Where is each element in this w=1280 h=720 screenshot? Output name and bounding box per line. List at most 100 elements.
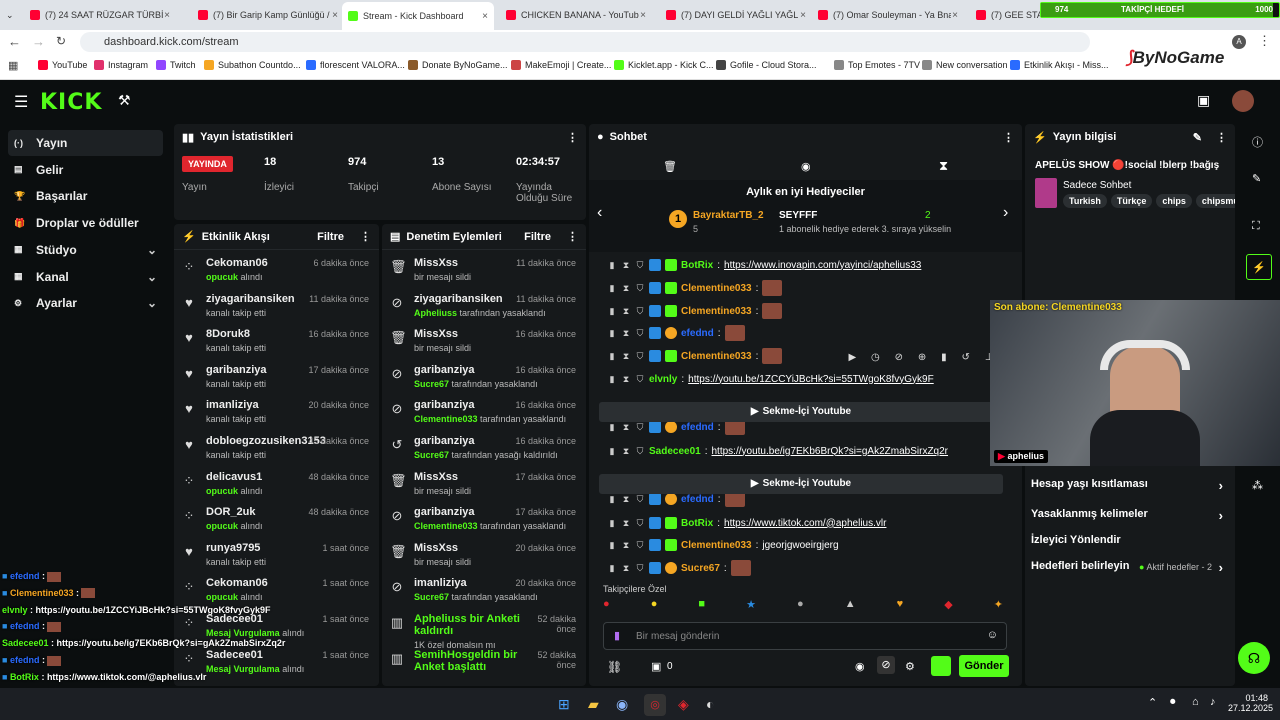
hourglass-icon[interactable]: ⧗ bbox=[621, 422, 631, 432]
chat-username[interactable]: Clementine033 bbox=[681, 540, 752, 551]
trash-icon[interactable]: ▮ bbox=[607, 540, 617, 550]
bookmark-item[interactable]: New conversation -... bbox=[922, 60, 1021, 70]
chat-username[interactable]: Sucre67 bbox=[681, 563, 720, 574]
mic-icon[interactable]: ⏺ bbox=[1170, 696, 1176, 709]
trash-icon[interactable]: ▮ bbox=[607, 563, 617, 573]
browser-tab[interactable]: (7) 24 SAAT RÜZGAR TÜRBİNİ × bbox=[24, 4, 176, 26]
gear-icon[interactable]: ⚙ bbox=[905, 660, 915, 673]
feed-row[interactable]: 🗑 MissXss bir mesajı sildi 16 dakika önce bbox=[382, 325, 586, 361]
hover-action-icon[interactable]: ▮ bbox=[941, 352, 947, 370]
feed-row[interactable]: ▥ SemihHosgeldin bir Anket başlattı 52 dak… bbox=[382, 646, 586, 682]
tag-pill[interactable]: Türkçe bbox=[1110, 194, 1153, 208]
chrome-icon[interactable]: ◎ bbox=[644, 694, 666, 716]
hourglass-icon[interactable]: ⧗ bbox=[621, 351, 631, 361]
emote-icon[interactable]: ● bbox=[603, 598, 610, 618]
hourglass-icon[interactable]: ⧗ bbox=[939, 158, 948, 174]
inline-youtube-button[interactable]: ▶ Sekme-İçi Youtube bbox=[599, 402, 1003, 422]
feed-row[interactable]: 🗑 MissXss bir mesajı sildi 20 dakika önce bbox=[382, 539, 586, 575]
hover-action-icon[interactable]: ⊘ bbox=[895, 352, 903, 370]
hourglass-icon[interactable]: ⧗ bbox=[621, 260, 631, 270]
chat-link[interactable]: https://youtu.be/1ZCCYiJBcHk?si=55TWgoK8… bbox=[688, 374, 934, 385]
feed-row[interactable]: ↺ garibanziya Sucre67 tarafından yasağı ka… bbox=[382, 432, 586, 468]
nav-revenue[interactable]: ▤ Gelir bbox=[8, 157, 163, 183]
bookmark-item[interactable]: Kicklet.app - Kick C... bbox=[614, 60, 714, 70]
hammer-icon[interactable]: ⚒ bbox=[118, 92, 131, 109]
hover-action-icon[interactable]: ↺ bbox=[962, 352, 970, 370]
network-icon[interactable]: ⌂ bbox=[1192, 696, 1199, 708]
browser-tab[interactable]: Stream - Kick Dashboard × bbox=[342, 2, 494, 30]
hourglass-icon[interactable]: ⧗ bbox=[621, 540, 631, 550]
shield-icon[interactable]: ⛉ bbox=[635, 563, 645, 573]
hourglass-icon[interactable]: ⧗ bbox=[621, 283, 631, 293]
info-menu-item[interactable]: Hesap yaşı kısıtlaması › bbox=[1031, 478, 1227, 498]
close-icon[interactable]: × bbox=[952, 10, 958, 21]
shield-icon[interactable]: ⛉ bbox=[635, 494, 645, 504]
url-input[interactable]: dashboard.kick.com/stream bbox=[80, 32, 1090, 52]
gifter2-name[interactable]: SEYFFF bbox=[779, 210, 817, 221]
kick-emote-icon[interactable] bbox=[931, 656, 951, 676]
hourglass-icon[interactable]: ⧗ bbox=[621, 374, 631, 384]
trash-icon[interactable]: ▮ bbox=[607, 422, 617, 432]
browser-tab[interactable]: (7) Bir Garip Kamp Günlüğü / Y × bbox=[192, 4, 344, 26]
bookmark-item[interactable]: MakeEmoji | Create... bbox=[511, 60, 611, 70]
tag-pill[interactable]: Turkish bbox=[1063, 194, 1107, 208]
hamburger-menu-icon[interactable]: ☰ bbox=[14, 92, 28, 112]
shield-icon[interactable]: ⛉ bbox=[635, 518, 645, 528]
trash-icon[interactable]: ▮ bbox=[607, 283, 617, 293]
chat-link[interactable]: https://youtu.be/ig7EKb6BrQk?si=gAk2Zmab… bbox=[712, 446, 949, 457]
info-icon[interactable]: ⓘ bbox=[1252, 134, 1263, 150]
chat-message[interactable]: ▮ ⧗ ⛉ BotRix: https://www.tiktok.com/@apheli… bbox=[607, 514, 886, 532]
emote-icon[interactable]: ♥ bbox=[897, 598, 904, 618]
shield-icon[interactable]: ⛉ bbox=[635, 446, 645, 456]
gift-icon[interactable]: ▣ bbox=[651, 660, 661, 673]
hover-action-icon[interactable]: ⊕ bbox=[918, 352, 926, 370]
chevron-right-icon[interactable]: › bbox=[1003, 204, 1008, 222]
feed-row[interactable]: ⊘ garibanziya Clementine033 tarafından yas… bbox=[382, 396, 586, 432]
bookmark-item[interactable]: YouTube bbox=[38, 60, 87, 70]
emote-icon[interactable]: ● bbox=[651, 598, 658, 618]
shield-icon[interactable]: ⛉ bbox=[635, 374, 645, 384]
trash-icon[interactable]: 🗑 bbox=[663, 160, 677, 173]
chat-username[interactable]: efednd bbox=[681, 328, 714, 339]
more-icon[interactable]: ⋮ bbox=[360, 230, 371, 243]
reload-icon[interactable]: ↻ bbox=[56, 34, 66, 48]
chat-username[interactable]: BotRix bbox=[681, 518, 713, 529]
profile-avatar[interactable]: A bbox=[1232, 35, 1246, 49]
hover-action-icon[interactable]: ▶ bbox=[848, 352, 856, 370]
moderation-filter-button[interactable]: Filtre bbox=[524, 231, 551, 243]
chat-username[interactable]: Clementine033 bbox=[681, 351, 752, 362]
feed-row[interactable]: ⊘ imanliziya Sucre67 tarafından yasaklandı… bbox=[382, 574, 586, 610]
info-menu-item[interactable]: Yasaklanmış kelimeler › bbox=[1031, 508, 1227, 528]
hourglass-icon[interactable]: ⧗ bbox=[621, 563, 631, 573]
close-icon[interactable]: × bbox=[482, 11, 488, 22]
trash-icon[interactable]: ▮ bbox=[607, 374, 617, 384]
chat-message[interactable]: ▮ ⧗ ⛉ Clementine033: bbox=[607, 302, 783, 320]
valorant-icon[interactable]: ◈ bbox=[678, 696, 689, 713]
kick-logo[interactable]: KICK bbox=[40, 90, 102, 115]
send-button[interactable]: Gönder bbox=[959, 655, 1009, 677]
browser-tab[interactable]: (7) Omar Souleyman - Ya Bnay × bbox=[812, 4, 964, 26]
shield-icon[interactable]: ⛉ bbox=[635, 260, 645, 270]
emote-icon[interactable]: ✦ bbox=[994, 598, 1003, 618]
emote-icon[interactable]: ▲ bbox=[845, 598, 856, 618]
hourglass-icon[interactable]: ⧗ bbox=[621, 518, 631, 528]
back-icon[interactable]: ← bbox=[8, 34, 21, 49]
edit-icon[interactable]: ✎ bbox=[1193, 131, 1202, 144]
feed-row[interactable]: ▥ Apheliuss bir Anketi kaldırdı 1K özel do… bbox=[382, 610, 586, 650]
feed-row[interactable]: ⁘ Cekoman06 opucuk alındı 6 dakika önce bbox=[174, 254, 379, 290]
bookmark-item[interactable]: Subathon Countdo... bbox=[204, 60, 301, 70]
feed-row[interactable]: ♥ ziyagaribansiken kanalı takip etti 11 dak… bbox=[174, 290, 379, 326]
feed-row[interactable]: ⁘ delicavus1 opucuk alındı 48 dakika önce bbox=[174, 468, 379, 504]
bookmark-item[interactable]: Gofile - Cloud Stora... bbox=[716, 60, 817, 70]
tray-chevron-icon[interactable]: ⌃ bbox=[1148, 696, 1157, 709]
browser-tab[interactable]: CHICKEN BANANA - YouTube × bbox=[500, 4, 652, 26]
chat-message[interactable]: ▮ ⧗ ⛉ efednd: bbox=[607, 324, 745, 342]
trash-icon[interactable]: ▮ bbox=[607, 518, 617, 528]
chat-message[interactable]: ▮ ⧗ ⛉ Sadecee01: https://youtu.be/ig7EKb6BrQ… bbox=[607, 442, 949, 460]
bookmark-item[interactable]: florescent VALORA... bbox=[306, 60, 405, 70]
lightning-icon[interactable]: ⚡ bbox=[1246, 254, 1272, 280]
tag-pill[interactable]: chipsmu bbox=[1195, 194, 1235, 208]
feed-row[interactable]: ⊘ ziyagaribansiken Apheliuss tarafından ya… bbox=[382, 290, 586, 326]
broadcast-icon[interactable]: ▣ bbox=[1197, 92, 1210, 109]
feed-row[interactable]: 🗑 MissXss bir mesajı sildi 11 dakika önce bbox=[382, 254, 586, 290]
